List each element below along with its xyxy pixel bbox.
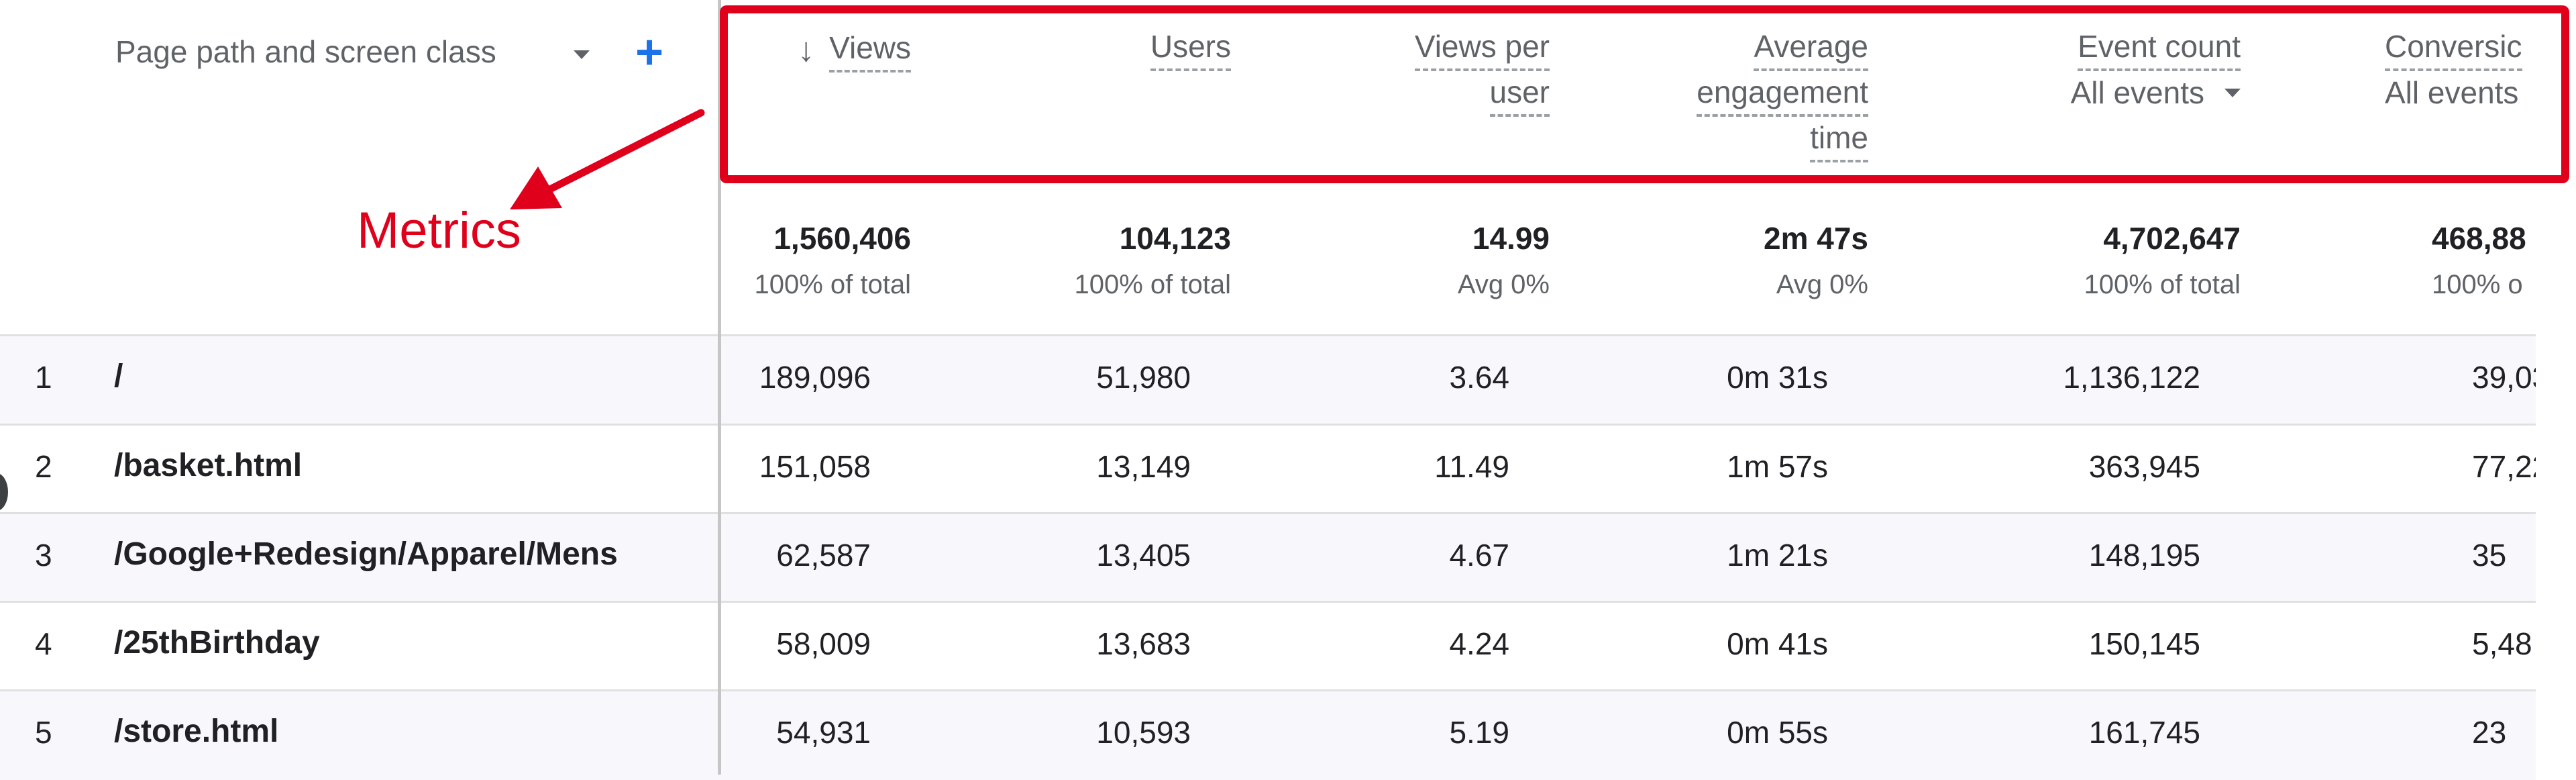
total-views: 1,560,406 100% of total: [755, 220, 912, 300]
total-subtext: Avg 0%: [1457, 270, 1550, 299]
chevron-down-icon[interactable]: [574, 50, 590, 59]
total-value: 2m 47s: [1763, 221, 1868, 256]
total-subtext: 100% of total: [1074, 270, 1232, 299]
total-users: 104,123 100% of total: [1075, 220, 1232, 300]
table-row[interactable]: 4/25thBirthday 58,009 13,683 4.24 0m 41s 150,…: [0, 624, 2536, 669]
table-cell: 4.67: [1449, 538, 1509, 573]
table-cell: 0m 31s: [1727, 360, 1828, 395]
total-subtext: 100% o: [2432, 270, 2523, 299]
table-cell: 11.49: [1434, 449, 1509, 484]
table-cell: 151,058: [759, 449, 871, 484]
table-cell: 23: [2472, 715, 2507, 750]
total-views-per-user: 14.99 Avg 0%: [1458, 220, 1550, 300]
annotation-arrow: [510, 109, 705, 209]
total-subtext: Avg 0%: [1776, 270, 1868, 299]
total-value: 4,702,647: [2103, 221, 2241, 256]
table-cell: 35: [2472, 538, 2507, 573]
page-path-link[interactable]: /25thBirthday: [114, 624, 320, 661]
total-avg-engagement: 2m 47s Avg 0%: [1764, 220, 1868, 300]
total-subtext: 100% of total: [754, 270, 912, 299]
table-cell: 62,587: [776, 538, 871, 573]
total-value: 1,560,406: [773, 221, 911, 256]
table-cell: 58,009: [776, 626, 871, 661]
table-cell: 0m 55s: [1727, 715, 1828, 750]
total-value: 14.99: [1472, 221, 1550, 256]
table-cell: 4.24: [1449, 626, 1509, 661]
table-row[interactable]: 2/basket.html 151,058 13,149 11.49 1m 57s 363…: [0, 448, 2536, 491]
metrics-highlight-box: [720, 5, 2569, 183]
total-subtext: 100% of total: [2084, 270, 2241, 299]
table-cell: 3.64: [1449, 360, 1509, 395]
total-value: 468,88: [2432, 221, 2526, 256]
total-event-count: 4,702,647 100% of total: [2084, 220, 2241, 300]
table-cell: 10,593: [1096, 715, 1191, 750]
table-row[interactable]: 5/store.html 54,931 10,593 5.19 0m 55s 161,74…: [0, 714, 2536, 757]
total-value: 104,123: [1119, 221, 1231, 256]
table-row[interactable]: 3/Google+Redesign/Apparel/Mens 62,587 13,4…: [0, 536, 2536, 580]
add-dimension-icon[interactable]: +: [635, 28, 663, 77]
table-cell: 13,149: [1096, 449, 1191, 484]
page-path-link[interactable]: /Google+Redesign/Apparel/Mens: [114, 536, 618, 573]
table-row[interactable]: 1 / 189,096 51,980 3.64 0m 31s 1,136,122 39,03: [0, 358, 2536, 402]
table-cell: 77,22: [2472, 449, 2536, 484]
row-divider: [0, 424, 2536, 426]
table-cell: 5,48: [2472, 626, 2532, 661]
row-number: 4: [35, 626, 52, 661]
total-conversions: 468,88 100% o: [2432, 220, 2536, 300]
page-path-link[interactable]: /: [114, 358, 123, 395]
table-cell: 5.19: [1449, 715, 1509, 750]
table-cell: 189,096: [759, 360, 871, 395]
row-number: 5: [35, 715, 52, 750]
table-cell: 150,145: [2088, 626, 2200, 661]
table-cell: 13,683: [1096, 626, 1191, 661]
table-cell: 13,405: [1096, 538, 1191, 573]
table-cell: 148,195: [2088, 538, 2200, 573]
page-path-link[interactable]: /store.html: [114, 713, 278, 750]
table-cell: 1,136,122: [2063, 360, 2200, 395]
dimension-header[interactable]: Page path and screen class: [115, 34, 496, 70]
page-path-link[interactable]: /basket.html: [114, 447, 302, 484]
table-cell: 0m 41s: [1727, 626, 1828, 661]
table-cell: 363,945: [2088, 449, 2200, 484]
table-cell: 1m 21s: [1727, 538, 1828, 573]
table-cell: 161,745: [2088, 715, 2200, 750]
table-cell: 54,931: [776, 715, 871, 750]
row-divider: [0, 601, 2536, 603]
row-number: 1: [35, 360, 52, 395]
table-cell: 39,03: [2472, 360, 2536, 395]
row-number: 2: [35, 449, 52, 484]
row-number: 3: [35, 538, 52, 573]
table-cell: 51,980: [1096, 360, 1191, 395]
annotation-label: Metrics: [357, 202, 521, 259]
table-cell: 1m 57s: [1727, 449, 1828, 484]
